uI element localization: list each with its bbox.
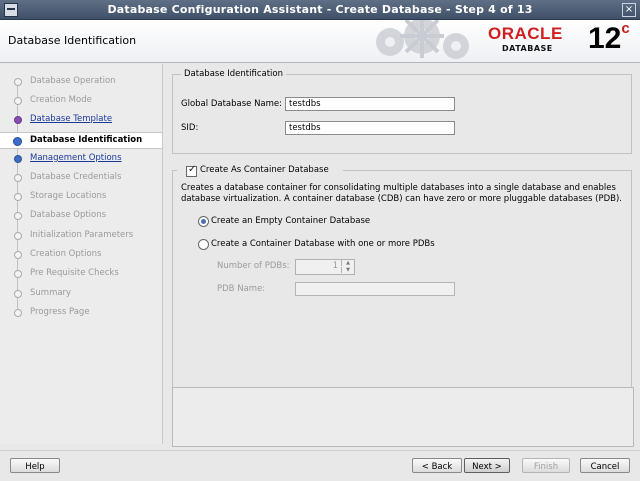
- step-database-credentials: Database Credentials: [0, 170, 162, 186]
- step-summary: Summary: [0, 286, 162, 302]
- step-label: Database Template: [30, 114, 113, 124]
- step-label: Database Options: [30, 210, 107, 220]
- message-area: [172, 387, 634, 447]
- step-indicator-icon: [14, 309, 22, 317]
- steps-sidebar: Database Operation Creation Mode Database …: [0, 64, 163, 444]
- step-indicator-icon: [14, 97, 22, 105]
- cancel-button[interactable]: Cancel: [580, 458, 630, 473]
- step-indicator-icon: [14, 232, 22, 240]
- step-label: Progress Page: [30, 307, 90, 317]
- step-indicator-icon: [14, 116, 22, 124]
- step-creation-mode: Creation Mode: [0, 93, 162, 109]
- step-label: Storage Locations: [30, 191, 107, 201]
- global-name-input[interactable]: [285, 97, 455, 111]
- oracle-logo: ORACLE DATABASE 12c: [486, 20, 636, 60]
- step-indicator-icon: [14, 212, 22, 220]
- container-description: Creates a database container for consoli…: [181, 183, 623, 204]
- step-label: Summary: [30, 288, 72, 298]
- step-database-options: Database Options: [0, 208, 162, 224]
- step-indicator-icon: [14, 78, 22, 86]
- stepper-down-icon[interactable]: ▼: [341, 267, 354, 273]
- help-button[interactable]: Help: [10, 458, 60, 473]
- container-group: ✓ Create As Container Database Creates a…: [172, 164, 632, 408]
- step-indicator-icon: [14, 193, 22, 201]
- pdb-name-input[interactable]: [295, 282, 455, 296]
- step-storage-locations: Storage Locations: [0, 189, 162, 205]
- page-header: Database Identification ORACLE DATABASE …: [0, 20, 640, 63]
- window-title: Database Configuration Assistant - Creat…: [107, 3, 533, 16]
- step-label: Database Identification: [30, 135, 143, 145]
- gears-icon: [376, 20, 469, 59]
- logo-version: 12c: [588, 20, 630, 55]
- global-name-label: Global Database Name:: [181, 99, 283, 109]
- close-icon[interactable]: ×: [622, 3, 636, 17]
- step-indicator-icon: [13, 137, 22, 146]
- radio-empty-container-label[interactable]: Create an Empty Container Database: [211, 216, 370, 226]
- num-pdbs-stepper[interactable]: 1 ▲ ▼: [295, 259, 355, 275]
- step-pre-requisite-checks: Pre Requisite Checks: [0, 266, 162, 282]
- identification-group-title: Database Identification: [181, 69, 286, 79]
- identification-group: Database Identification Global Database …: [172, 69, 632, 154]
- stepper-up-icon[interactable]: ▲: [341, 260, 354, 266]
- back-button[interactable]: < Back: [412, 458, 462, 473]
- container-checkbox-box[interactable]: ✓: [186, 164, 197, 177]
- step-indicator-icon: [14, 251, 22, 259]
- step-label: Initialization Parameters: [30, 230, 134, 240]
- step-label: Management Options: [30, 153, 122, 163]
- logo-product: DATABASE: [502, 44, 553, 53]
- step-initialization-parameters: Initialization Parameters: [0, 228, 162, 244]
- radio-container-with-pdbs-label[interactable]: Create a Container Database with one or …: [211, 239, 435, 249]
- page-title: Database Identification: [8, 34, 137, 47]
- num-pdbs-label: Number of PDBs:: [217, 261, 290, 271]
- radio-empty-container[interactable]: [198, 216, 209, 227]
- container-checkbox[interactable]: ✓ Create As Container Database: [177, 164, 343, 177]
- step-database-template[interactable]: Database Template: [0, 112, 162, 128]
- button-bar: Help < Back Next > Finish Cancel: [0, 450, 640, 481]
- step-indicator-icon: [14, 290, 22, 298]
- radio-container-with-pdbs[interactable]: [198, 239, 209, 250]
- container-checkbox-label: Create As Container Database: [200, 165, 329, 175]
- step-database-identification: Database Identification: [0, 132, 162, 149]
- logo-brand: ORACLE: [488, 24, 563, 43]
- finish-button[interactable]: Finish: [522, 458, 570, 473]
- step-label: Database Operation: [30, 76, 116, 86]
- step-label: Creation Options: [30, 249, 102, 259]
- pdb-name-label: PDB Name:: [217, 284, 266, 294]
- step-label: Database Credentials: [30, 172, 122, 182]
- sid-input[interactable]: [285, 121, 455, 135]
- step-indicator-icon: [14, 174, 22, 182]
- step-indicator-icon: [14, 270, 22, 278]
- step-progress-page: Progress Page: [0, 305, 162, 321]
- step-creation-options: Creation Options: [0, 247, 162, 263]
- step-label: Pre Requisite Checks: [30, 268, 119, 278]
- step-label: Creation Mode: [30, 95, 92, 105]
- next-button[interactable]: Next >: [464, 458, 510, 473]
- step-management-options[interactable]: Management Options: [0, 151, 162, 167]
- window-titlebar: Database Configuration Assistant - Creat…: [0, 0, 640, 20]
- sid-label: SID:: [181, 123, 199, 133]
- step-database-operation: Database Operation: [0, 74, 162, 90]
- step-indicator-icon: [14, 155, 22, 163]
